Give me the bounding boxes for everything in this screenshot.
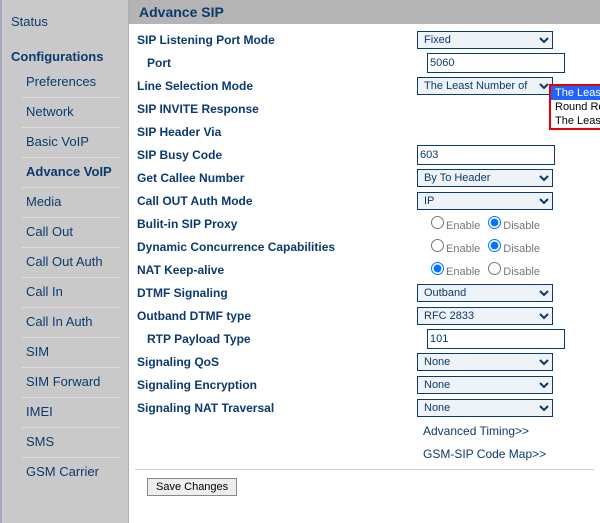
select-outband-dtmf[interactable]: RFC 2833 <box>417 307 553 325</box>
dropdown-option[interactable]: The Least Amount of Talk Time <box>551 114 600 128</box>
label-nat-keep: NAT Keep-alive <box>135 263 417 277</box>
sidebar-item-media[interactable]: Media <box>2 190 128 215</box>
label-call-out-auth: Call OUT Auth Mode <box>135 194 417 208</box>
label-outband-dtmf: Outband DTMF type <box>135 309 417 323</box>
sidebar-item-network[interactable]: Network <box>2 100 128 125</box>
sidebar-category-configurations[interactable]: Configurations <box>2 45 128 70</box>
radio-dyn-conc-enable[interactable] <box>431 239 444 252</box>
page-title: Advance SIP <box>129 0 600 24</box>
dropdown-line-selection-open: The Least Number of CallsRound RobinThe … <box>549 84 600 130</box>
sidebar-item-call-in[interactable]: Call In <box>2 280 128 305</box>
select-get-callee[interactable]: By To Header <box>417 169 553 187</box>
label-port: Port <box>135 56 427 70</box>
sidebar-item-preferences[interactable]: Preferences <box>2 70 128 95</box>
label-line-selection: Line Selection Mode <box>135 79 417 93</box>
label-sip-header-via: SIP Header Via <box>135 125 417 139</box>
label-dyn-conc: Dynamic Concurrence Capabilities <box>135 240 417 254</box>
radio-builtin-proxy-enable[interactable] <box>431 216 444 229</box>
input-sip-busy-code[interactable] <box>417 145 555 165</box>
sidebar-item-sms[interactable]: SMS <box>2 430 128 455</box>
sidebar: Status Configurations Preferences Network… <box>0 0 129 523</box>
sidebar-item-call-in-auth[interactable]: Call In Auth <box>2 310 128 335</box>
label-builtin-proxy: Bulit-in SIP Proxy <box>135 217 417 231</box>
input-port[interactable] <box>427 53 565 73</box>
select-sip-port-mode[interactable]: Fixed <box>417 31 553 49</box>
select-sig-enc[interactable]: None <box>417 376 553 394</box>
label-rtp-payload: RTP Payload Type <box>135 332 427 346</box>
sidebar-item-sim-forward[interactable]: SIM Forward <box>2 370 128 395</box>
sidebar-item-call-out-auth[interactable]: Call Out Auth <box>2 250 128 275</box>
radio-dyn-conc-disable[interactable] <box>488 239 501 252</box>
select-dtmf-sig[interactable]: Outband <box>417 284 553 302</box>
radio-nat-keep-enable[interactable] <box>431 262 444 275</box>
label-sip-port-mode: SIP Listening Port Mode <box>135 33 417 47</box>
radio-dyn-conc: Enable Disable <box>417 239 540 255</box>
label-sip-invite: SIP INVITE Response <box>135 102 417 116</box>
label-sip-busy-code: SIP Busy Code <box>135 148 417 162</box>
select-sig-nat[interactable]: None <box>417 399 553 417</box>
dropdown-option[interactable]: Round Robin <box>551 100 600 114</box>
sidebar-category-status[interactable]: Status <box>2 10 128 35</box>
sidebar-item-advance-voip[interactable]: Advance VoIP <box>2 160 128 185</box>
select-sig-qos[interactable]: None <box>417 353 553 371</box>
sidebar-item-call-out[interactable]: Call Out <box>2 220 128 245</box>
sidebar-item-basic-voip[interactable]: Basic VoIP <box>2 130 128 155</box>
select-line-selection[interactable]: The Least Number of <box>417 77 553 95</box>
link-advanced-timing[interactable]: Advanced Timing>> <box>423 420 529 442</box>
sidebar-item-imei[interactable]: IMEI <box>2 400 128 425</box>
radio-builtin-proxy-disable[interactable] <box>488 216 501 229</box>
main-panel: Advance SIP SIP Listening Port Mode Fixe… <box>129 0 600 523</box>
label-dtmf-sig: DTMF Signaling <box>135 286 417 300</box>
sidebar-item-sim[interactable]: SIM <box>2 340 128 365</box>
dropdown-option[interactable]: The Least Number of Calls <box>551 86 600 100</box>
label-get-callee: Get Callee Number <box>135 171 417 185</box>
label-sig-enc: Signaling Encryption <box>135 378 417 392</box>
select-call-out-auth[interactable]: IP <box>417 192 553 210</box>
input-rtp-payload[interactable] <box>427 329 565 349</box>
label-sig-nat: Signaling NAT Traversal <box>135 401 417 415</box>
radio-nat-keep: Enable Disable <box>417 262 540 278</box>
label-sig-qos: Signaling QoS <box>135 355 417 369</box>
link-gsm-sip-map[interactable]: GSM-SIP Code Map>> <box>423 443 546 465</box>
save-button[interactable]: Save Changes <box>147 478 237 496</box>
radio-builtin-proxy: Enable Disable <box>417 216 540 232</box>
sidebar-item-gsm-carrier[interactable]: GSM Carrier <box>2 460 128 485</box>
radio-nat-keep-disable[interactable] <box>488 262 501 275</box>
